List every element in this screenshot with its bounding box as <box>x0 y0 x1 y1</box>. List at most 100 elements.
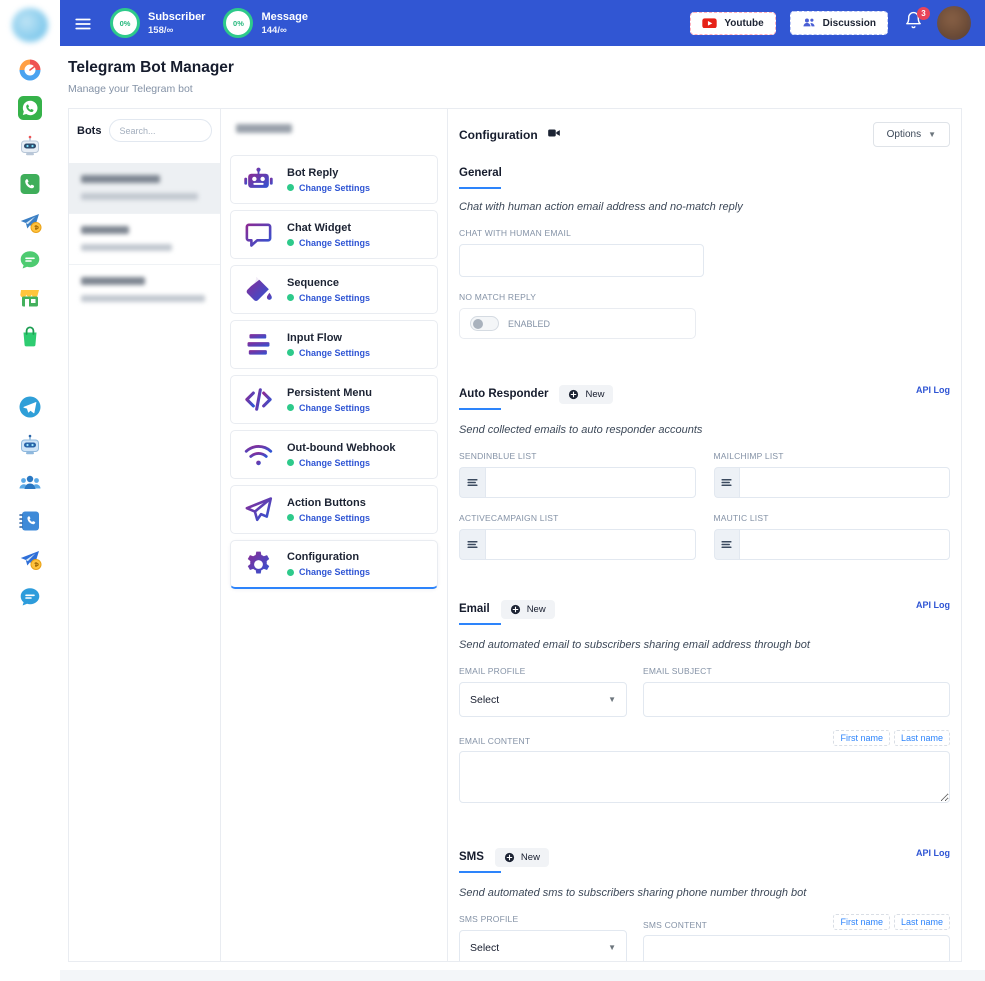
status-dot <box>287 294 294 301</box>
hamburger-menu-icon[interactable] <box>74 15 92 31</box>
menu-item-action-buttons[interactable]: Action ButtonsChange Settings <box>230 485 438 534</box>
status-dot <box>287 459 294 466</box>
change-settings-link[interactable]: Change Settings <box>299 567 370 577</box>
last-name-tag[interactable]: Last name <box>894 914 950 930</box>
email-subject-input[interactable] <box>643 682 950 717</box>
redacted-bot-subtitle <box>81 295 205 302</box>
manager-panel: Bots Bot ReplyChange Settings <box>68 108 962 962</box>
youtube-icon <box>702 18 717 29</box>
chat-with-human-email-input[interactable] <box>459 244 704 277</box>
sms-content-textarea[interactable] <box>643 935 950 961</box>
auto-responder-api-log-link[interactable]: API Log <box>916 385 950 395</box>
message-progress-ring: 0% <box>223 8 253 38</box>
notification-bell-icon[interactable]: 3 <box>904 11 923 35</box>
gear-icon <box>243 549 274 580</box>
list-lines-icon <box>459 529 485 560</box>
telegram-coin-green-icon[interactable] <box>18 210 42 234</box>
video-camera-icon[interactable] <box>547 126 561 143</box>
telegram-coin-blue-icon[interactable] <box>18 547 42 571</box>
youtube-button[interactable]: Youtube <box>690 12 775 35</box>
auto-responder-new-button[interactable]: New <box>559 385 613 404</box>
sms-profile-label: SMS PROFILE <box>459 914 627 924</box>
whatsapp-icon[interactable] <box>18 96 42 120</box>
code-icon <box>243 384 274 415</box>
dashboard-gauge-icon[interactable] <box>18 58 42 82</box>
plus-circle-icon <box>504 852 515 863</box>
message-count: 144/∞ <box>261 25 307 36</box>
change-settings-link[interactable]: Change Settings <box>299 293 370 303</box>
app-logo[interactable] <box>12 8 48 42</box>
mautic-list-input[interactable] <box>739 529 950 560</box>
tab-sms[interactable]: SMS <box>459 851 484 873</box>
sms-profile-select[interactable]: Select▼ <box>459 930 627 961</box>
bot-list-item[interactable] <box>69 264 220 315</box>
menu-item-sequence[interactable]: SequenceChange Settings <box>230 265 438 314</box>
robot-icon <box>243 164 274 195</box>
enabled-toggle-label: ENABLED <box>508 319 550 329</box>
phone-contact-green-icon[interactable] <box>18 172 42 196</box>
mailchimp-list-input[interactable] <box>739 467 950 498</box>
redacted-bot-subtitle <box>81 193 198 200</box>
telegram-icon[interactable] <box>18 395 42 419</box>
tab-auto-responder[interactable]: Auto Responder <box>459 388 548 410</box>
menu-item-input-flow[interactable]: Input FlowChange Settings <box>230 320 438 369</box>
paint-bucket-icon <box>243 274 274 305</box>
bot-list-item[interactable] <box>69 213 220 264</box>
bot-list-item-selected[interactable] <box>69 163 220 213</box>
chat-green-icon[interactable] <box>18 248 42 272</box>
robot-light-icon[interactable] <box>18 134 42 158</box>
chat-blue-icon[interactable] <box>18 585 42 609</box>
change-settings-link[interactable]: Change Settings <box>299 183 370 193</box>
redacted-bot-title <box>236 124 292 133</box>
shopping-bag-icon[interactable] <box>18 324 42 348</box>
activecampaign-list-input[interactable] <box>485 529 696 560</box>
paper-plane-icon <box>243 494 274 525</box>
change-settings-link[interactable]: Change Settings <box>299 513 370 523</box>
tab-general[interactable]: General <box>459 167 502 189</box>
menu-item-configuration[interactable]: ConfigurationChange Settings <box>230 540 438 589</box>
discussion-button[interactable]: Discussion <box>790 11 888 35</box>
bots-panel: Bots <box>69 109 221 961</box>
chat-with-human-email-label: CHAT WITH HUMAN EMAIL <box>459 228 950 238</box>
enabled-toggle[interactable] <box>470 316 499 331</box>
email-description: Send automated email to subscribers shar… <box>459 639 950 651</box>
email-api-log-link[interactable]: API Log <box>916 600 950 610</box>
general-description: Chat with human action email address and… <box>459 201 950 213</box>
sms-description: Send automated sms to subscribers sharin… <box>459 887 950 899</box>
sendinblue-list-input[interactable] <box>485 467 696 498</box>
email-subject-label: EMAIL SUBJECT <box>643 666 950 676</box>
menu-item-bot-reply[interactable]: Bot ReplyChange Settings <box>230 155 438 204</box>
change-settings-link[interactable]: Change Settings <box>299 348 370 358</box>
email-new-button[interactable]: New <box>501 600 555 619</box>
user-avatar[interactable] <box>937 6 971 40</box>
subscriber-progress-ring: 0% <box>110 8 140 38</box>
menu-item-persistent-menu[interactable]: Persistent MenuChange Settings <box>230 375 438 424</box>
first-name-tag[interactable]: First name <box>833 914 890 930</box>
last-name-tag[interactable]: Last name <box>894 730 950 746</box>
first-name-tag[interactable]: First name <box>833 730 890 746</box>
bots-search-input[interactable] <box>109 119 212 142</box>
menu-item-chat-widget[interactable]: Chat WidgetChange Settings <box>230 210 438 259</box>
change-settings-link[interactable]: Change Settings <box>299 403 370 413</box>
page-title: Telegram Bot Manager <box>68 59 962 77</box>
email-content-textarea[interactable] <box>459 751 950 803</box>
options-dropdown-button[interactable]: Options▼ <box>873 122 950 147</box>
change-settings-link[interactable]: Change Settings <box>299 238 370 248</box>
email-profile-select[interactable]: Select▼ <box>459 682 627 717</box>
robot-blue-icon[interactable] <box>18 433 42 457</box>
phone-book-icon[interactable] <box>18 509 42 533</box>
list-lines-icon <box>714 467 740 498</box>
redacted-bot-name <box>81 226 129 234</box>
change-settings-link[interactable]: Change Settings <box>299 458 370 468</box>
store-icon[interactable] <box>18 286 42 310</box>
tab-email[interactable]: Email <box>459 603 490 625</box>
activecampaign-list-label: ACTIVECAMPAIGN LIST <box>459 513 696 523</box>
bars-icon <box>243 329 274 360</box>
sms-new-button[interactable]: New <box>495 848 549 867</box>
menu-item-outbound-webhook[interactable]: Out-bound WebhookChange Settings <box>230 430 438 479</box>
no-match-reply-label: NO MATCH REPLY <box>459 292 950 302</box>
plus-circle-icon <box>510 604 521 615</box>
subscriber-count: 158/∞ <box>148 25 205 36</box>
users-icon[interactable] <box>18 471 42 495</box>
sms-api-log-link[interactable]: API Log <box>916 848 950 858</box>
